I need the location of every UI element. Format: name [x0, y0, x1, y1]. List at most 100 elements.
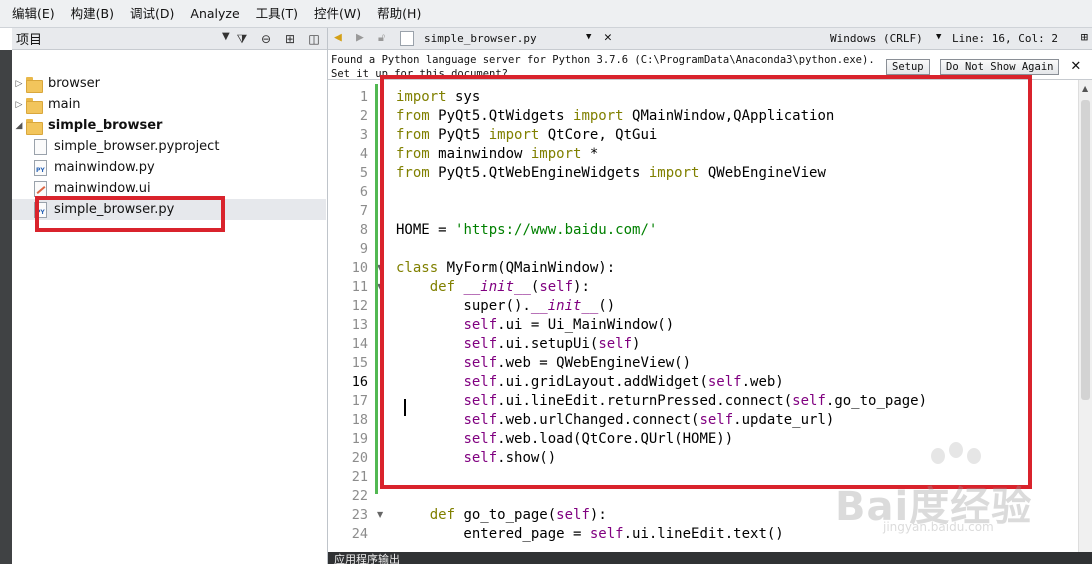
- line-number: 1: [359, 89, 368, 105]
- menu-analyze[interactable]: Analyze: [182, 0, 247, 28]
- code-line: import sys: [396, 89, 481, 105]
- menu-tools[interactable]: 工具(T): [248, 0, 306, 28]
- collapse-arrow-icon[interactable]: ◢: [12, 121, 26, 131]
- code-line: self.ui.setupUi(self): [463, 336, 641, 352]
- close-panel-icon[interactable]: ◫: [305, 30, 323, 48]
- filter-icon[interactable]: ⧩: [233, 30, 251, 48]
- code-line: self.ui.gridLayout.addWidget(self.web): [463, 374, 784, 390]
- chevron-down-icon[interactable]: ▼: [222, 31, 230, 42]
- bottom-output-bar: 应用程序输出: [328, 552, 1092, 564]
- line-number: 11: [351, 279, 368, 295]
- expand-arrow-icon[interactable]: ▷: [12, 100, 26, 110]
- chevron-down-icon[interactable]: ▼: [936, 32, 941, 42]
- menu-help[interactable]: 帮助(H): [369, 0, 429, 28]
- line-number: 15: [351, 355, 368, 371]
- code-line: from PyQt5 import QtCore, QtGui: [396, 127, 658, 143]
- line-number: 3: [359, 127, 368, 143]
- code-line: entered_page = self.ui.lineEdit.text(): [396, 526, 784, 542]
- file-icon: [34, 138, 47, 155]
- folder-icon: [26, 76, 43, 93]
- line-number: 13: [351, 317, 368, 333]
- line-number: 5: [359, 165, 368, 181]
- folder-icon: [26, 97, 43, 114]
- watermark-url: jingyan.baidu.com: [883, 520, 994, 534]
- application-output-tab[interactable]: 应用程序输出: [334, 551, 400, 564]
- infobar-message: Found a Python language server for Pytho…: [331, 54, 875, 79]
- vertical-scrollbar[interactable]: ▲: [1078, 80, 1092, 552]
- tree-item-mainwindow-py[interactable]: PY mainwindow.py: [12, 157, 326, 178]
- code-line: class MyForm(QMainWindow):: [396, 260, 616, 276]
- line-number: 7: [359, 203, 368, 219]
- lock-icon[interactable]: 🔓︎: [378, 31, 385, 45]
- tree-item-label: browser: [48, 76, 101, 91]
- code-line: from mainwindow import *: [396, 146, 599, 162]
- language-server-infobar: Found a Python language server for Pytho…: [328, 50, 1092, 80]
- tree-item-label: simple_browser: [48, 118, 163, 133]
- tree-item-simple-browser[interactable]: ◢ simple_browser: [12, 115, 326, 136]
- scroll-up-icon[interactable]: ▲: [1082, 84, 1088, 93]
- menu-build[interactable]: 构建(B): [63, 0, 122, 28]
- close-icon[interactable]: ✕: [604, 30, 612, 45]
- ui-file-icon: [34, 180, 47, 197]
- line-number: 17: [351, 393, 368, 409]
- code-line: HOME = 'https://www.baidu.com/': [396, 222, 658, 238]
- menu-debug[interactable]: 调试(D): [122, 0, 182, 28]
- menu-widgets[interactable]: 控件(W): [306, 0, 369, 28]
- tree-item-label: main: [48, 97, 81, 112]
- line-number: 4: [359, 146, 368, 162]
- tree-item-label: mainwindow.ui: [54, 181, 151, 196]
- code-line: self.web.load(QtCore.QUrl(HOME)): [463, 431, 734, 447]
- code-line: self.show(): [463, 450, 557, 466]
- chevron-down-icon[interactable]: ▼: [586, 32, 591, 42]
- fold-marker-icon[interactable]: ▼: [377, 510, 383, 519]
- forward-arrow-icon[interactable]: ▶: [356, 30, 364, 45]
- baidu-watermark-logo: Bai度经验 jingyan.baidu.com: [835, 440, 1045, 534]
- line-number: 23: [351, 507, 368, 523]
- line-number: 19: [351, 431, 368, 447]
- line-number: 8: [359, 222, 368, 238]
- highlight-box-file: [35, 196, 225, 232]
- code-line: def __init__(self):: [429, 279, 590, 295]
- line-number-gutter: 1 2 3 4 5 6 7 8 9 10 11 12 13 14 15 16 1…: [328, 80, 383, 552]
- line-number: 18: [351, 412, 368, 428]
- line-number: 2: [359, 108, 368, 124]
- line-number: 10: [351, 260, 368, 276]
- folder-icon: [26, 118, 43, 135]
- code-line: self.web.urlChanged.connect(self.update_…: [463, 412, 835, 428]
- close-icon[interactable]: ✕: [1071, 55, 1081, 74]
- line-ending-selector[interactable]: Windows (CRLF): [830, 32, 923, 45]
- menu-bar: 编辑(E) 构建(B) 调试(D) Analyze 工具(T) 控件(W) 帮助…: [0, 0, 1092, 28]
- tree-item-browser[interactable]: ▷ browser: [12, 73, 326, 94]
- editor-toolbar: ◀ ▶ 🔓︎ simple_browser.py ▼ ✕ Windows (CR…: [328, 28, 1092, 50]
- line-number: 24: [351, 526, 368, 542]
- code-line: self.ui = Ui_MainWindow(): [463, 317, 675, 333]
- do-not-show-again-button[interactable]: Do Not Show Again: [940, 59, 1060, 75]
- code-line: from PyQt5.QtWidgets import QMainWindow,…: [396, 108, 835, 124]
- projects-title: 项目: [16, 33, 43, 48]
- split-icon[interactable]: ⊞: [281, 30, 299, 48]
- tree-item-main[interactable]: ▷ main: [12, 94, 326, 115]
- projects-header: 项目 ▼ ⧩ ⊖ ⊞ ◫: [12, 28, 327, 50]
- code-line: from PyQt5.QtWebEngineWidgets import QWe…: [396, 165, 826, 181]
- tree-item-label: simple_browser.pyproject: [54, 139, 220, 154]
- tree-item-label: mainwindow.py: [54, 160, 155, 175]
- link-icon[interactable]: ⊖: [257, 30, 275, 48]
- document-name[interactable]: simple_browser.py: [424, 32, 537, 45]
- line-number: 14: [351, 336, 368, 352]
- back-arrow-icon[interactable]: ◀: [334, 30, 342, 45]
- line-number: 12: [351, 298, 368, 314]
- python-file-icon: [400, 31, 414, 46]
- mode-selector-strip: [0, 50, 12, 564]
- projects-panel: 项目 ▼ ⧩ ⊖ ⊞ ◫ ▷ browser ▷ main ◢ simple_b…: [12, 28, 328, 564]
- setup-button[interactable]: Setup: [886, 59, 930, 75]
- expand-arrow-icon[interactable]: ▷: [12, 79, 26, 89]
- split-editor-icon[interactable]: ⊞: [1081, 30, 1088, 44]
- menu-edit[interactable]: 编辑(E): [4, 0, 63, 28]
- line-number: 22: [351, 488, 368, 504]
- code-line: def go_to_page(self):: [429, 507, 607, 523]
- code-line: super().__init__(): [396, 298, 616, 314]
- tree-item-pyproject[interactable]: simple_browser.pyproject: [12, 136, 326, 157]
- scrollbar-thumb[interactable]: [1081, 100, 1090, 400]
- cursor-position[interactable]: Line: 16, Col: 2: [952, 32, 1058, 45]
- python-file-icon: PY: [34, 159, 47, 176]
